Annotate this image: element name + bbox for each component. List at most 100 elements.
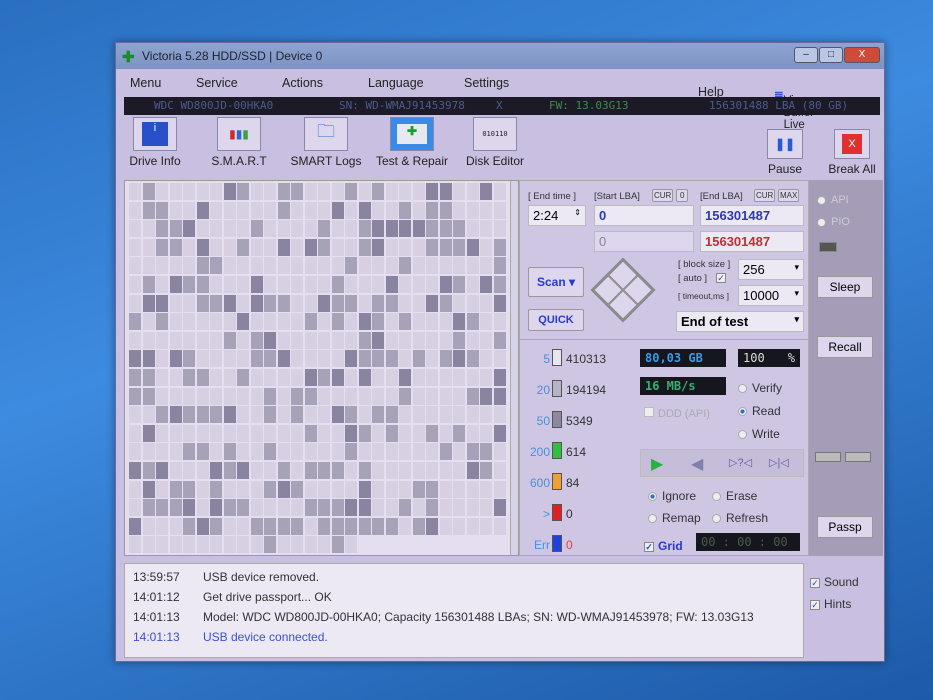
end-action-select[interactable]: End of test ▾ bbox=[676, 311, 804, 332]
sector-block bbox=[264, 387, 276, 405]
hints-checkbox[interactable]: ✓ Hints bbox=[810, 597, 851, 611]
sector-block bbox=[129, 424, 141, 442]
sector-block bbox=[264, 462, 276, 479]
auto-checkbox[interactable]: ✓ bbox=[716, 273, 726, 283]
smart-logs-button[interactable]: 🗀 SMART Logs bbox=[286, 117, 366, 168]
action-erase[interactable]: Erase bbox=[712, 489, 757, 503]
sleep-button[interactable]: Sleep bbox=[817, 276, 873, 298]
ddd-api-checkbox[interactable]: DDD (API) bbox=[644, 407, 710, 420]
quick-button[interactable]: QUICK bbox=[528, 309, 584, 331]
sector-block bbox=[183, 517, 195, 535]
sector-block bbox=[439, 517, 452, 535]
minimize-button[interactable]: – bbox=[794, 47, 818, 63]
sector-block bbox=[250, 350, 263, 368]
sector-block bbox=[493, 294, 506, 312]
sector-block bbox=[439, 220, 452, 238]
scan-button[interactable]: Scan ▾ bbox=[528, 267, 584, 297]
sector-block bbox=[331, 313, 344, 331]
sector-block bbox=[196, 220, 209, 238]
sector-block bbox=[493, 462, 506, 479]
sector-block bbox=[169, 276, 182, 293]
direction-pad[interactable] bbox=[590, 257, 656, 323]
skip-icon[interactable]: ▷?◁ bbox=[729, 456, 752, 469]
end-max-button[interactable]: MAX bbox=[778, 189, 800, 202]
sector-block bbox=[453, 183, 465, 200]
sector-block bbox=[318, 183, 330, 200]
menu-language[interactable]: Language bbox=[368, 76, 424, 90]
menu-actions[interactable]: Actions bbox=[282, 76, 323, 90]
sector-block bbox=[196, 480, 209, 498]
block-size-select[interactable]: 256 ▾ bbox=[738, 259, 804, 280]
end-time-field[interactable]: 2:24 ⇕ bbox=[528, 205, 586, 226]
sector-block bbox=[250, 313, 263, 331]
mode-pio[interactable]: PIO bbox=[817, 216, 850, 228]
sector-block bbox=[453, 443, 465, 461]
close-button[interactable]: X bbox=[844, 47, 880, 63]
sound-checkbox[interactable]: ✓ Sound bbox=[810, 575, 859, 589]
menu-menu[interactable]: Menu bbox=[130, 76, 161, 90]
end-cur-button[interactable]: CUR bbox=[754, 189, 776, 202]
start-cur-button[interactable]: CUR bbox=[652, 189, 674, 202]
sector-block bbox=[156, 257, 168, 275]
sector-block bbox=[169, 462, 182, 479]
title-bar: ✚ Victoria 5.28 HDD/SSD | Device 0 – □ X bbox=[116, 43, 884, 69]
sector-block bbox=[264, 183, 276, 200]
sector-block bbox=[210, 424, 222, 442]
smart-button[interactable]: ▮ ▮ ▮ S.M.A.R.T bbox=[204, 117, 274, 168]
sector-block bbox=[250, 387, 263, 405]
sector-block bbox=[210, 480, 222, 498]
sector-block bbox=[237, 443, 249, 461]
grid-scrollbar[interactable] bbox=[510, 181, 518, 555]
end-lba-input[interactable]: 156301487 bbox=[700, 205, 804, 226]
passport-button[interactable]: Passp bbox=[817, 516, 873, 538]
sector-block bbox=[439, 499, 452, 517]
mode-verify[interactable]: Verify bbox=[738, 381, 782, 395]
sector-block bbox=[331, 257, 344, 275]
mode-read[interactable]: Read bbox=[738, 404, 781, 418]
recall-button[interactable]: Recall bbox=[817, 336, 873, 358]
sector-block bbox=[142, 369, 155, 386]
menu-settings[interactable]: Settings bbox=[464, 76, 509, 90]
sector-block bbox=[439, 350, 452, 368]
pause-button[interactable]: ❚❚ Pause bbox=[761, 129, 809, 176]
play-icon[interactable]: ▶ bbox=[651, 454, 663, 474]
latency-swatch bbox=[552, 349, 562, 366]
sector-block bbox=[129, 480, 141, 498]
sector-block bbox=[480, 313, 492, 331]
start-zero-button[interactable]: 0 bbox=[676, 189, 689, 202]
action-remap[interactable]: Remap bbox=[648, 511, 701, 525]
sector-block bbox=[264, 517, 276, 535]
sector-block bbox=[318, 276, 330, 293]
start-lba-input[interactable]: 0 bbox=[594, 205, 694, 226]
sector-block bbox=[223, 313, 236, 331]
reverse-icon[interactable]: ◀ bbox=[691, 454, 703, 474]
sector-block bbox=[196, 313, 209, 331]
grid-checkbox[interactable]: ✓ Grid bbox=[644, 539, 683, 553]
spin-icon[interactable]: ⇕ bbox=[574, 208, 581, 217]
maximize-button[interactable]: □ bbox=[819, 47, 843, 63]
sector-block bbox=[169, 238, 182, 256]
app-icon: ✚ bbox=[122, 49, 135, 66]
drive-close[interactable]: X bbox=[496, 99, 503, 112]
disk-editor-button[interactable]: 010110 Disk Editor bbox=[460, 117, 530, 168]
end-icon[interactable]: ▷|◁ bbox=[769, 456, 789, 469]
sector-block bbox=[237, 536, 249, 554]
sector-block bbox=[277, 499, 290, 517]
sector-block bbox=[453, 220, 465, 238]
sector-block bbox=[372, 220, 384, 238]
action-refresh[interactable]: Refresh bbox=[712, 511, 768, 525]
sector-block bbox=[196, 424, 209, 442]
mode-write[interactable]: Write bbox=[738, 427, 780, 441]
menu-service[interactable]: Service bbox=[196, 76, 238, 90]
sector-block bbox=[142, 499, 155, 517]
break-all-button[interactable]: X Break All bbox=[824, 129, 880, 176]
scan-controls: [ End time ] [Start LBA] CUR 0 [End LBA]… bbox=[519, 180, 809, 556]
sector-block bbox=[385, 424, 398, 442]
drive-info-button[interactable]: i Drive Info bbox=[120, 117, 190, 168]
action-ignore[interactable]: Ignore bbox=[648, 489, 696, 503]
test-repair-button[interactable]: ✚ Test & Repair bbox=[372, 117, 452, 168]
timeout-select[interactable]: 10000 ▾ bbox=[738, 285, 804, 306]
sector-block bbox=[399, 480, 411, 498]
drive-firmware: FW: 13.03G13 bbox=[549, 99, 629, 112]
mode-api[interactable]: API bbox=[817, 194, 849, 206]
